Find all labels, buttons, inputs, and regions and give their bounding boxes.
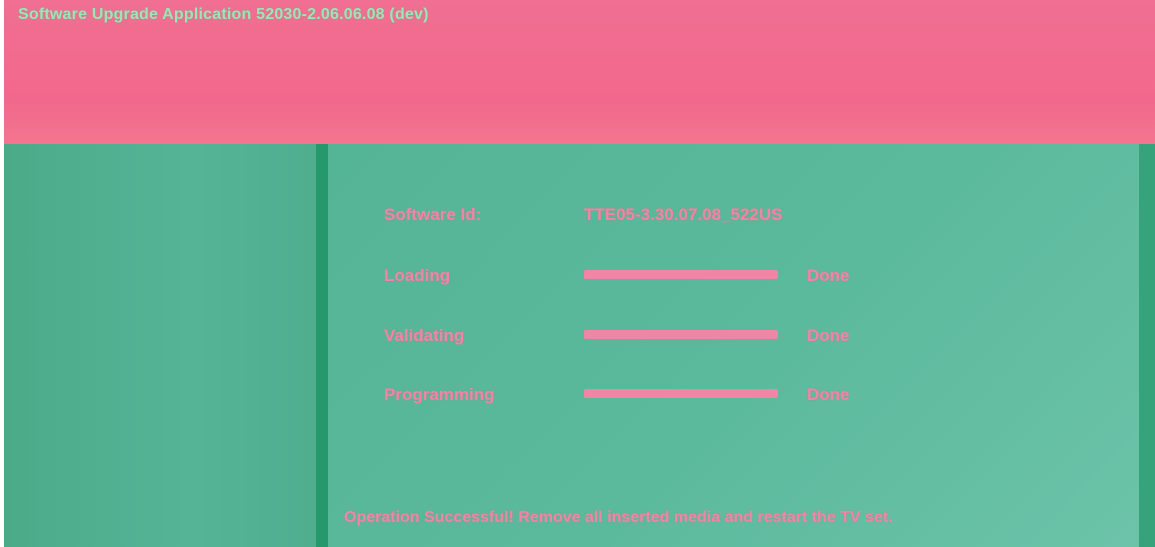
step-label-loading: Loading (384, 266, 451, 285)
step-label-programming: Programming (384, 385, 495, 404)
progress-fill-programming (584, 389, 778, 398)
main-panel: Software Id: TTE05-3.30.07.08_522US Load… (316, 144, 1139, 547)
status-message: Operation Successful! Remove all inserte… (344, 509, 893, 526)
right-edge-panel (1139, 144, 1155, 547)
step-status-loading: Done (807, 266, 850, 285)
progress-bar-loading (584, 270, 778, 279)
progress-fill-loading (584, 270, 778, 279)
upgrade-screen: Software Upgrade Application 52030-2.06.… (0, 0, 1155, 547)
progress-fill-validating (584, 330, 778, 339)
software-id-value: TTE05-3.30.07.08_522US (584, 205, 783, 224)
step-status-programming: Done (807, 385, 850, 404)
app-title: Software Upgrade Application 52030-2.06.… (18, 6, 429, 23)
left-panel (4, 144, 316, 547)
step-label-validating: Validating (384, 326, 465, 345)
software-id-label: Software Id: (384, 205, 482, 224)
progress-bar-validating (584, 330, 778, 339)
progress-bar-programming (584, 389, 778, 398)
step-status-validating: Done (807, 326, 850, 345)
header-bar: Software Upgrade Application 52030-2.06.… (4, 0, 1155, 144)
